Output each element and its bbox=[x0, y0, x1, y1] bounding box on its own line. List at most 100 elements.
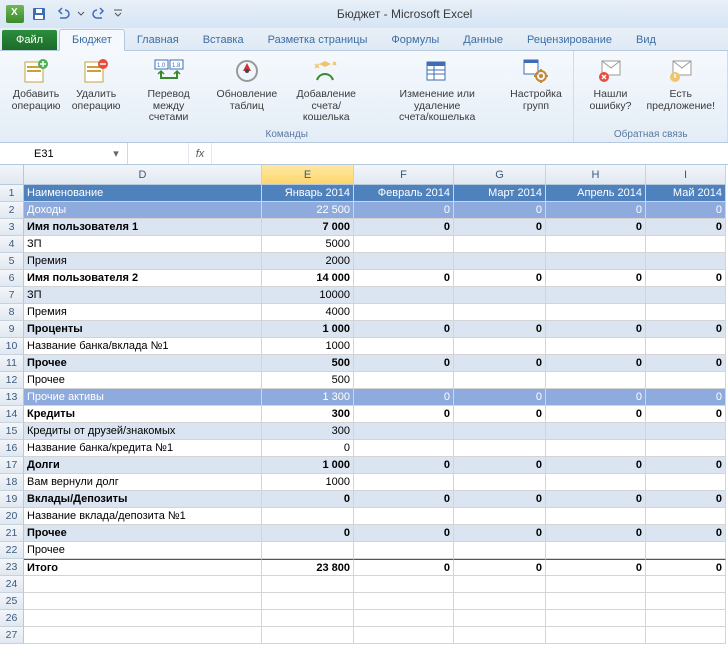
cell[interactable]: 0 bbox=[546, 406, 646, 423]
cell[interactable]: 2000 bbox=[262, 253, 354, 270]
name-box-dropdown-icon[interactable]: ▾ bbox=[109, 147, 123, 160]
cell[interactable]: 300 bbox=[262, 423, 354, 440]
transfer-button[interactable]: 1.01.8 Переводмежду счетами bbox=[128, 53, 209, 126]
cell[interactable] bbox=[546, 372, 646, 389]
cell[interactable]: 0 bbox=[354, 270, 454, 287]
cell[interactable]: Наименование bbox=[24, 185, 262, 202]
cell[interactable]: 0 bbox=[454, 559, 546, 576]
cell[interactable]: ЗП bbox=[24, 236, 262, 253]
cell[interactable] bbox=[646, 627, 726, 644]
row-header[interactable]: 10 bbox=[0, 338, 24, 355]
cell[interactable]: 0 bbox=[646, 355, 726, 372]
cell[interactable]: Название банка/кредита №1 bbox=[24, 440, 262, 457]
cell[interactable]: Вклады/Депозиты bbox=[24, 491, 262, 508]
cell[interactable]: Прочее bbox=[24, 525, 262, 542]
cell[interactable]: 0 bbox=[454, 406, 546, 423]
cell[interactable]: Долги bbox=[24, 457, 262, 474]
cell[interactable]: 0 bbox=[646, 219, 726, 236]
cell[interactable]: 1000 bbox=[262, 474, 354, 491]
cell[interactable] bbox=[354, 627, 454, 644]
cell[interactable]: 0 bbox=[646, 202, 726, 219]
qat-customize-icon[interactable] bbox=[112, 3, 124, 25]
add-account-button[interactable]: Добавлениесчета/кошелька bbox=[285, 53, 368, 126]
cell[interactable]: 0 bbox=[646, 270, 726, 287]
cell[interactable]: 0 bbox=[546, 219, 646, 236]
cell[interactable]: 0 bbox=[354, 525, 454, 542]
cell[interactable] bbox=[646, 287, 726, 304]
cell[interactable] bbox=[354, 304, 454, 321]
cell[interactable]: Премия bbox=[24, 304, 262, 321]
cell[interactable] bbox=[262, 593, 354, 610]
cell[interactable] bbox=[546, 440, 646, 457]
cell[interactable]: 0 bbox=[546, 355, 646, 372]
cell[interactable]: 0 bbox=[646, 321, 726, 338]
cell[interactable] bbox=[262, 576, 354, 593]
cell[interactable]: Апрель 2014 bbox=[546, 185, 646, 202]
fx-button[interactable]: fx bbox=[188, 143, 212, 164]
cell[interactable]: 500 bbox=[262, 372, 354, 389]
cell[interactable]: Итого bbox=[24, 559, 262, 576]
tab-view[interactable]: Вид bbox=[624, 30, 668, 50]
cell[interactable]: 22 500 bbox=[262, 202, 354, 219]
cell[interactable] bbox=[546, 576, 646, 593]
cell[interactable]: 0 bbox=[454, 270, 546, 287]
cell[interactable]: 0 bbox=[646, 491, 726, 508]
cell[interactable] bbox=[354, 287, 454, 304]
cell[interactable]: Прочее bbox=[24, 372, 262, 389]
cell[interactable] bbox=[24, 593, 262, 610]
tab-home[interactable]: Главная bbox=[125, 30, 191, 50]
cell[interactable] bbox=[354, 423, 454, 440]
row-header[interactable]: 14 bbox=[0, 406, 24, 423]
cell[interactable] bbox=[24, 576, 262, 593]
cell[interactable] bbox=[354, 440, 454, 457]
cell[interactable]: 0 bbox=[646, 457, 726, 474]
cell[interactable] bbox=[354, 593, 454, 610]
cell[interactable]: 0 bbox=[454, 389, 546, 406]
cell[interactable]: 5000 bbox=[262, 236, 354, 253]
save-icon[interactable] bbox=[28, 3, 50, 25]
cell[interactable]: 0 bbox=[354, 457, 454, 474]
cell[interactable]: 0 bbox=[546, 525, 646, 542]
row-header[interactable]: 17 bbox=[0, 457, 24, 474]
cell[interactable]: 23 800 bbox=[262, 559, 354, 576]
cell[interactable] bbox=[454, 576, 546, 593]
cell[interactable]: Прочее bbox=[24, 355, 262, 372]
column-header-E[interactable]: E bbox=[262, 165, 354, 185]
redo-icon[interactable] bbox=[88, 3, 110, 25]
cell[interactable]: 0 bbox=[546, 559, 646, 576]
row-header[interactable]: 22 bbox=[0, 542, 24, 559]
cell[interactable]: 0 bbox=[646, 406, 726, 423]
cell[interactable]: 0 bbox=[354, 355, 454, 372]
cell[interactable]: 0 bbox=[646, 559, 726, 576]
file-tab[interactable]: Файл bbox=[2, 30, 57, 50]
row-header[interactable]: 8 bbox=[0, 304, 24, 321]
cell[interactable] bbox=[646, 338, 726, 355]
cell[interactable]: 0 bbox=[454, 491, 546, 508]
undo-icon[interactable] bbox=[52, 3, 74, 25]
found-bug-button[interactable]: Нашлиошибку? bbox=[582, 53, 638, 114]
cell[interactable]: 0 bbox=[454, 321, 546, 338]
cell[interactable]: Доходы bbox=[24, 202, 262, 219]
cell[interactable]: Кредиты bbox=[24, 406, 262, 423]
cell[interactable]: ЗП bbox=[24, 287, 262, 304]
cell[interactable] bbox=[24, 610, 262, 627]
cell[interactable]: 0 bbox=[546, 270, 646, 287]
name-box[interactable]: E31 ▾ bbox=[30, 143, 128, 164]
column-header-H[interactable]: H bbox=[546, 165, 646, 185]
cell[interactable] bbox=[454, 338, 546, 355]
cell[interactable]: 0 bbox=[354, 491, 454, 508]
cell[interactable] bbox=[262, 610, 354, 627]
row-header[interactable]: 7 bbox=[0, 287, 24, 304]
cell[interactable] bbox=[454, 304, 546, 321]
row-header[interactable]: 15 bbox=[0, 423, 24, 440]
column-header-F[interactable]: F bbox=[354, 165, 454, 185]
cell[interactable] bbox=[546, 423, 646, 440]
cell[interactable] bbox=[454, 440, 546, 457]
cell[interactable] bbox=[354, 338, 454, 355]
cell[interactable] bbox=[646, 576, 726, 593]
cell[interactable]: Май 2014 bbox=[646, 185, 726, 202]
row-header[interactable]: 16 bbox=[0, 440, 24, 457]
row-header[interactable]: 13 bbox=[0, 389, 24, 406]
row-header[interactable]: 11 bbox=[0, 355, 24, 372]
row-header[interactable]: 19 bbox=[0, 491, 24, 508]
